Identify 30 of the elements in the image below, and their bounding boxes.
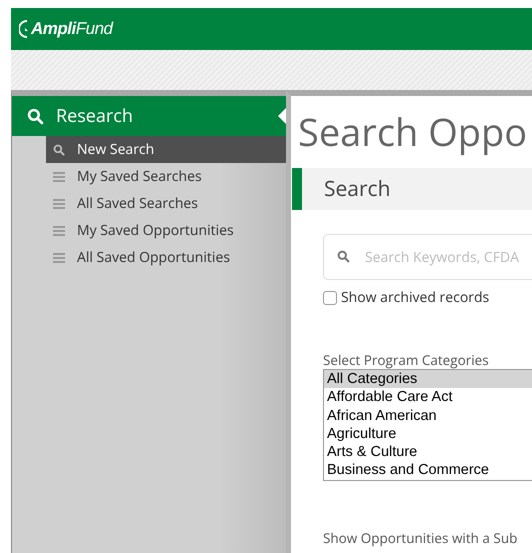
search-icon — [27, 108, 44, 124]
list-option[interactable]: African American — [324, 406, 532, 425]
category-listbox[interactable]: All Categories Affordable Care Act African American Agriculture Arts & Culture Business and Commerce — [323, 369, 532, 481]
list-icon — [53, 198, 65, 208]
field-label: Select Program Categories — [323, 352, 490, 369]
list-option[interactable]: All Categories — [324, 370, 532, 388]
search-icon — [337, 250, 350, 263]
checkbox-label: Show archived records — [341, 288, 490, 307]
nav-item[interactable]: All Saved Searches — [46, 190, 286, 217]
nav-item[interactable]: My Saved Searches — [46, 163, 286, 190]
list-option[interactable]: Business and Commerce — [324, 461, 532, 480]
nav-item[interactable]: New Search — [46, 136, 286, 163]
search-icon — [53, 144, 65, 156]
list-option[interactable]: Arts & Culture — [324, 443, 532, 462]
section-label: Research — [56, 104, 133, 128]
section-header[interactable]: Research — [12, 96, 286, 136]
option-label: Show Opportunities with a Sub — [323, 528, 518, 547]
page-title: Search Oppo — [298, 110, 528, 154]
search-field[interactable]: Search Keywords, CFDA — [323, 234, 532, 280]
checkbox[interactable] — [323, 290, 337, 304]
nav-item[interactable]: My Saved Opportunities — [46, 217, 286, 244]
list-option[interactable]: Agriculture — [324, 424, 532, 444]
list-option[interactable]: Affordable Care Act — [324, 388, 532, 407]
list-icon — [53, 252, 65, 262]
list-icon — [53, 226, 65, 236]
logo-icon — [19, 19, 29, 39]
list-icon — [53, 172, 65, 182]
section-header: Search — [292, 168, 532, 210]
nav-item[interactable]: All Saved Opportunities — [46, 244, 286, 271]
logo[interactable]: AmpliFund — [31, 19, 112, 39]
